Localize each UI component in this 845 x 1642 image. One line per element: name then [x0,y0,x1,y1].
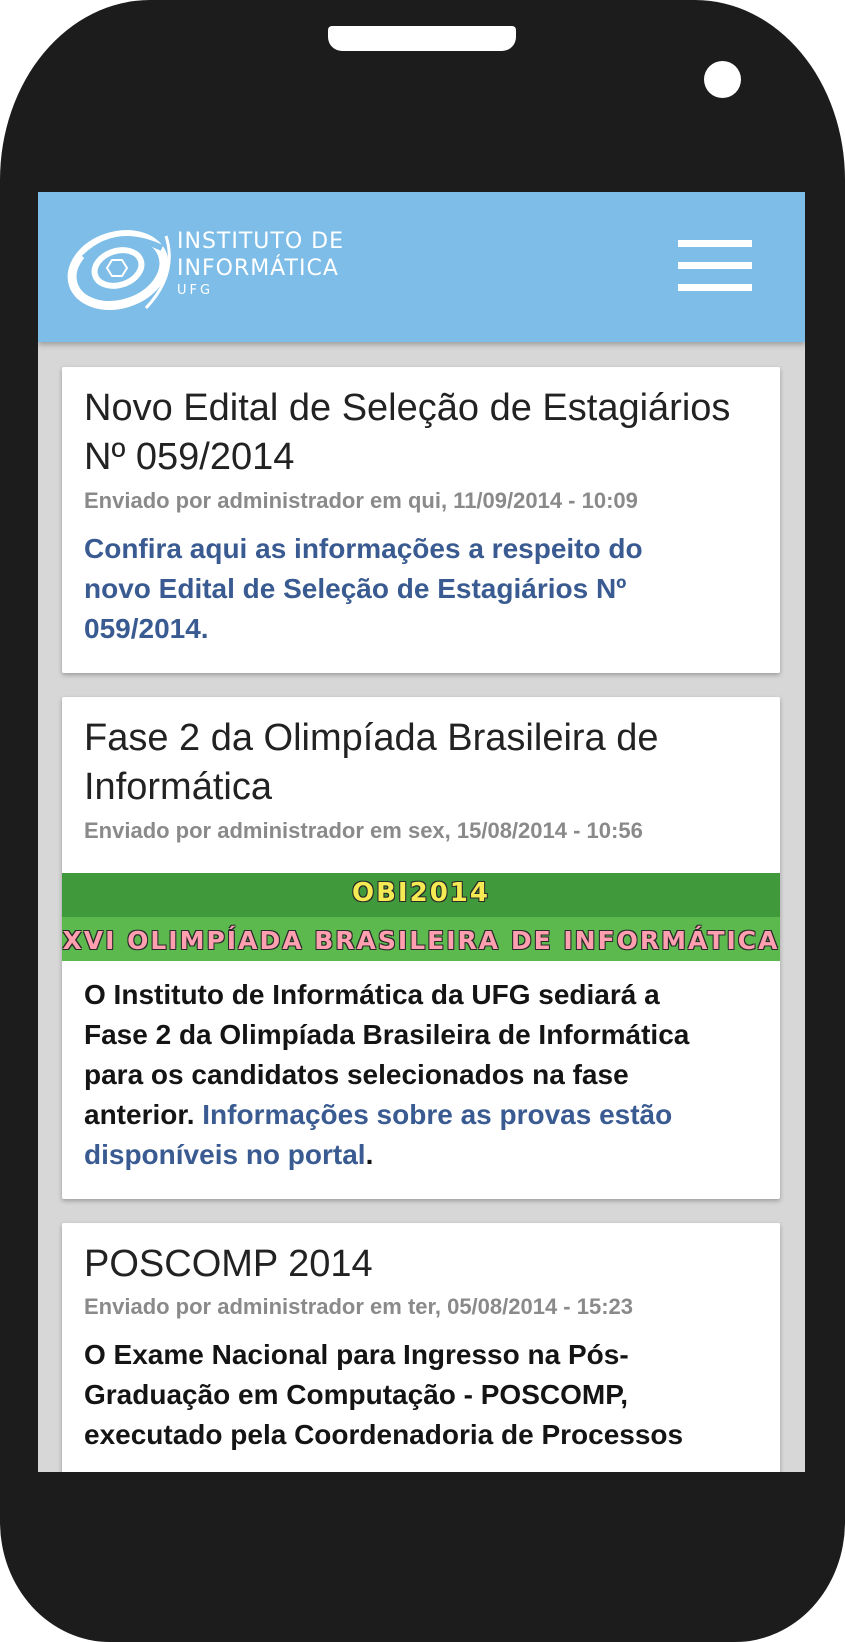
banner-subtitle: XVI OLIMPÍADA BRASILEIRA DE INFORMÁTICA [62,926,780,955]
post-body: O Instituto de Informática da UFG sediar… [84,975,724,1175]
post-body-link[interactable]: Confira aqui as informações a respeito d… [84,529,704,649]
post-title[interactable]: Novo Edital de Seleção de Estagiários Nº… [84,384,754,482]
post-body-end: . [365,1139,374,1170]
post-meta: Enviado por administrador em ter, 05/08/… [84,1294,634,1319]
post-meta: Enviado por administrador em sex, 15/08/… [84,818,643,843]
obi-banner-image: OBI2014 XVI OLIMPÍADA BRASILEIRA DE INFO… [62,873,780,961]
news-card: Novo Edital de Seleção de Estagiários Nº… [62,367,780,673]
menu-bar [678,284,752,291]
logo-line-2: INFORMÁTICA [177,256,339,281]
post-meta: Enviado por administrador em qui, 11/09/… [84,488,638,513]
logo-line-3: UFG [177,283,214,298]
post-title[interactable]: POSCOMP 2014 [84,1240,754,1289]
institute-logo-icon[interactable] [66,218,178,322]
institute-name[interactable]: INSTITUTO DE INFORMÁTICA UFG [177,228,344,299]
hamburger-menu-icon[interactable] [678,240,752,292]
app-screen: INSTITUTO DE INFORMÁTICA UFG Novo Edital… [38,192,805,1472]
menu-bar [678,240,752,247]
phone-camera [704,61,741,98]
banner-title: OBI2014 [352,878,490,908]
menu-bar [678,262,752,269]
post-title[interactable]: Fase 2 da Olimpíada Brasileira de Inform… [84,714,754,812]
phone-frame: INSTITUTO DE INFORMÁTICA UFG Novo Edital… [0,0,845,1642]
news-card: POSCOMP 2014 Enviado por administrador e… [62,1223,780,1472]
phone-speaker [328,26,516,51]
news-card: Fase 2 da Olimpíada Brasileira de Inform… [62,697,780,1199]
post-body: O Exame Nacional para Ingresso na Pós-Gr… [84,1339,684,1450]
logo-line-1: INSTITUTO DE [177,229,344,254]
app-header: INSTITUTO DE INFORMÁTICA UFG [38,192,805,342]
